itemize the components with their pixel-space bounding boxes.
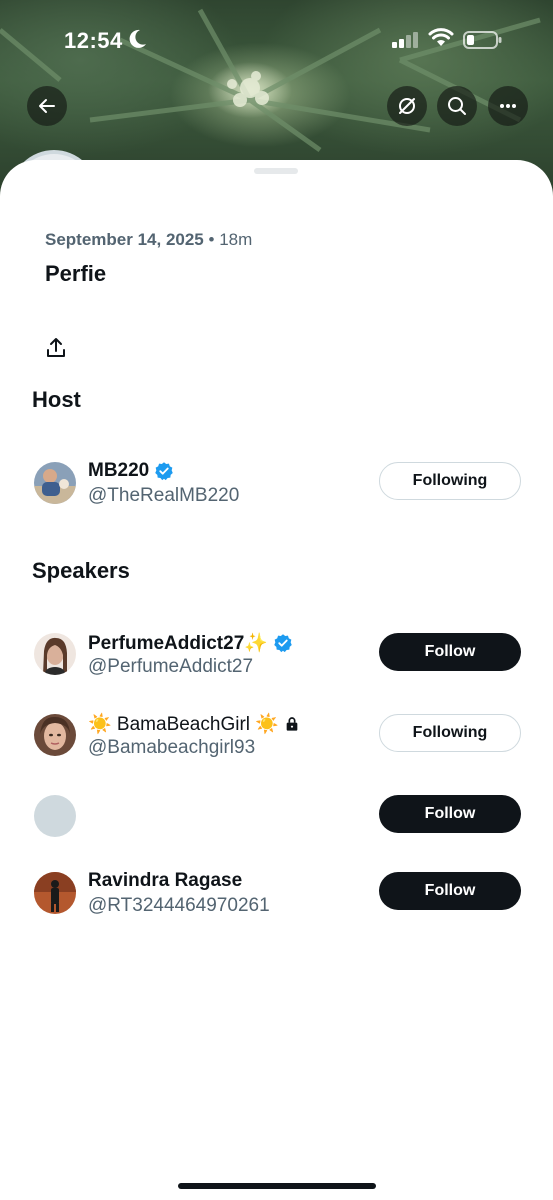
avatar-placeholder[interactable] <box>34 795 76 837</box>
more-horizontal-icon <box>500 104 516 108</box>
avatar[interactable] <box>34 633 76 675</box>
lock-icon <box>286 717 298 731</box>
search-icon <box>448 97 466 115</box>
display-name: Ravindra Ragase <box>88 870 242 892</box>
home-indicator[interactable] <box>178 1183 376 1189</box>
space-duration: 18m <box>219 230 253 249</box>
cellular-signal-icon <box>392 32 418 48</box>
speaker-handle: @Bamabeachgirl93 <box>88 737 256 758</box>
follow-button[interactable]: Follow <box>379 795 521 833</box>
speaker-name: PerfumeAddict27✨ <box>88 633 268 654</box>
speaker-row[interactable]: ☀️ BamaBeachGirl ☀️ @Bamabeachgirl93 Fol… <box>34 712 524 758</box>
battery-icon <box>463 31 502 49</box>
speaker-row[interactable]: Ravindra Ragase @RT3244464970261 Follow <box>34 870 524 916</box>
following-button[interactable]: Following <box>379 714 521 752</box>
speaker-handle: @RT3244464970261 <box>88 895 270 916</box>
follow-button[interactable]: Follow <box>379 872 521 910</box>
moon-icon <box>129 29 146 48</box>
hide-space-button[interactable] <box>387 86 427 126</box>
speaker-row[interactable]: Follow <box>34 793 524 839</box>
speaker-handle: @PerfumeAddict27 <box>88 656 254 677</box>
back-button[interactable] <box>27 86 67 126</box>
more-options-button[interactable] <box>488 86 528 126</box>
status-bar: 12:54 <box>0 0 553 80</box>
wifi-icon <box>428 28 454 46</box>
avatar[interactable] <box>34 714 76 756</box>
avatar[interactable] <box>34 462 76 504</box>
arrow-left-icon <box>39 99 55 113</box>
host-name: MB220 <box>88 460 150 481</box>
status-time: 12:54 <box>64 28 123 53</box>
following-button[interactable]: Following <box>379 462 521 500</box>
host-section-title: Host <box>32 387 81 412</box>
host-row[interactable]: MB220 @TheRealMB220 Following <box>34 460 524 506</box>
follow-button[interactable]: Follow <box>379 633 521 671</box>
speaker-row[interactable]: PerfumeAddict27✨ @PerfumeAddict27 Follow <box>34 631 524 677</box>
display-name: MB220 <box>88 460 174 482</box>
speakers-section-title: Speakers <box>32 558 130 583</box>
search-button[interactable] <box>437 86 477 126</box>
slashed-circle-icon <box>399 98 415 114</box>
display-name: ☀️ BamaBeachGirl ☀️ <box>88 712 300 736</box>
space-title: Perfie <box>45 261 107 286</box>
space-meta: September 14, 2025 • 18m <box>45 230 252 250</box>
space-details-sheet: September 14, 2025 • 18m Perfie Host MB2… <box>0 160 553 1200</box>
sheet-grabber[interactable] <box>254 168 298 174</box>
space-date: September 14, 2025 <box>45 230 204 249</box>
verified-badge-icon <box>274 634 292 653</box>
display-name: PerfumeAddict27✨ <box>88 631 293 655</box>
verified-badge-icon <box>155 462 173 481</box>
avatar[interactable] <box>34 872 76 914</box>
host-handle: @TheRealMB220 <box>88 485 240 506</box>
speaker-name: Ravindra Ragase <box>88 870 243 891</box>
speaker-name: ☀️ BamaBeachGirl ☀️ <box>88 714 279 735</box>
share-icon[interactable] <box>44 336 68 360</box>
meta-separator: • <box>208 230 215 249</box>
